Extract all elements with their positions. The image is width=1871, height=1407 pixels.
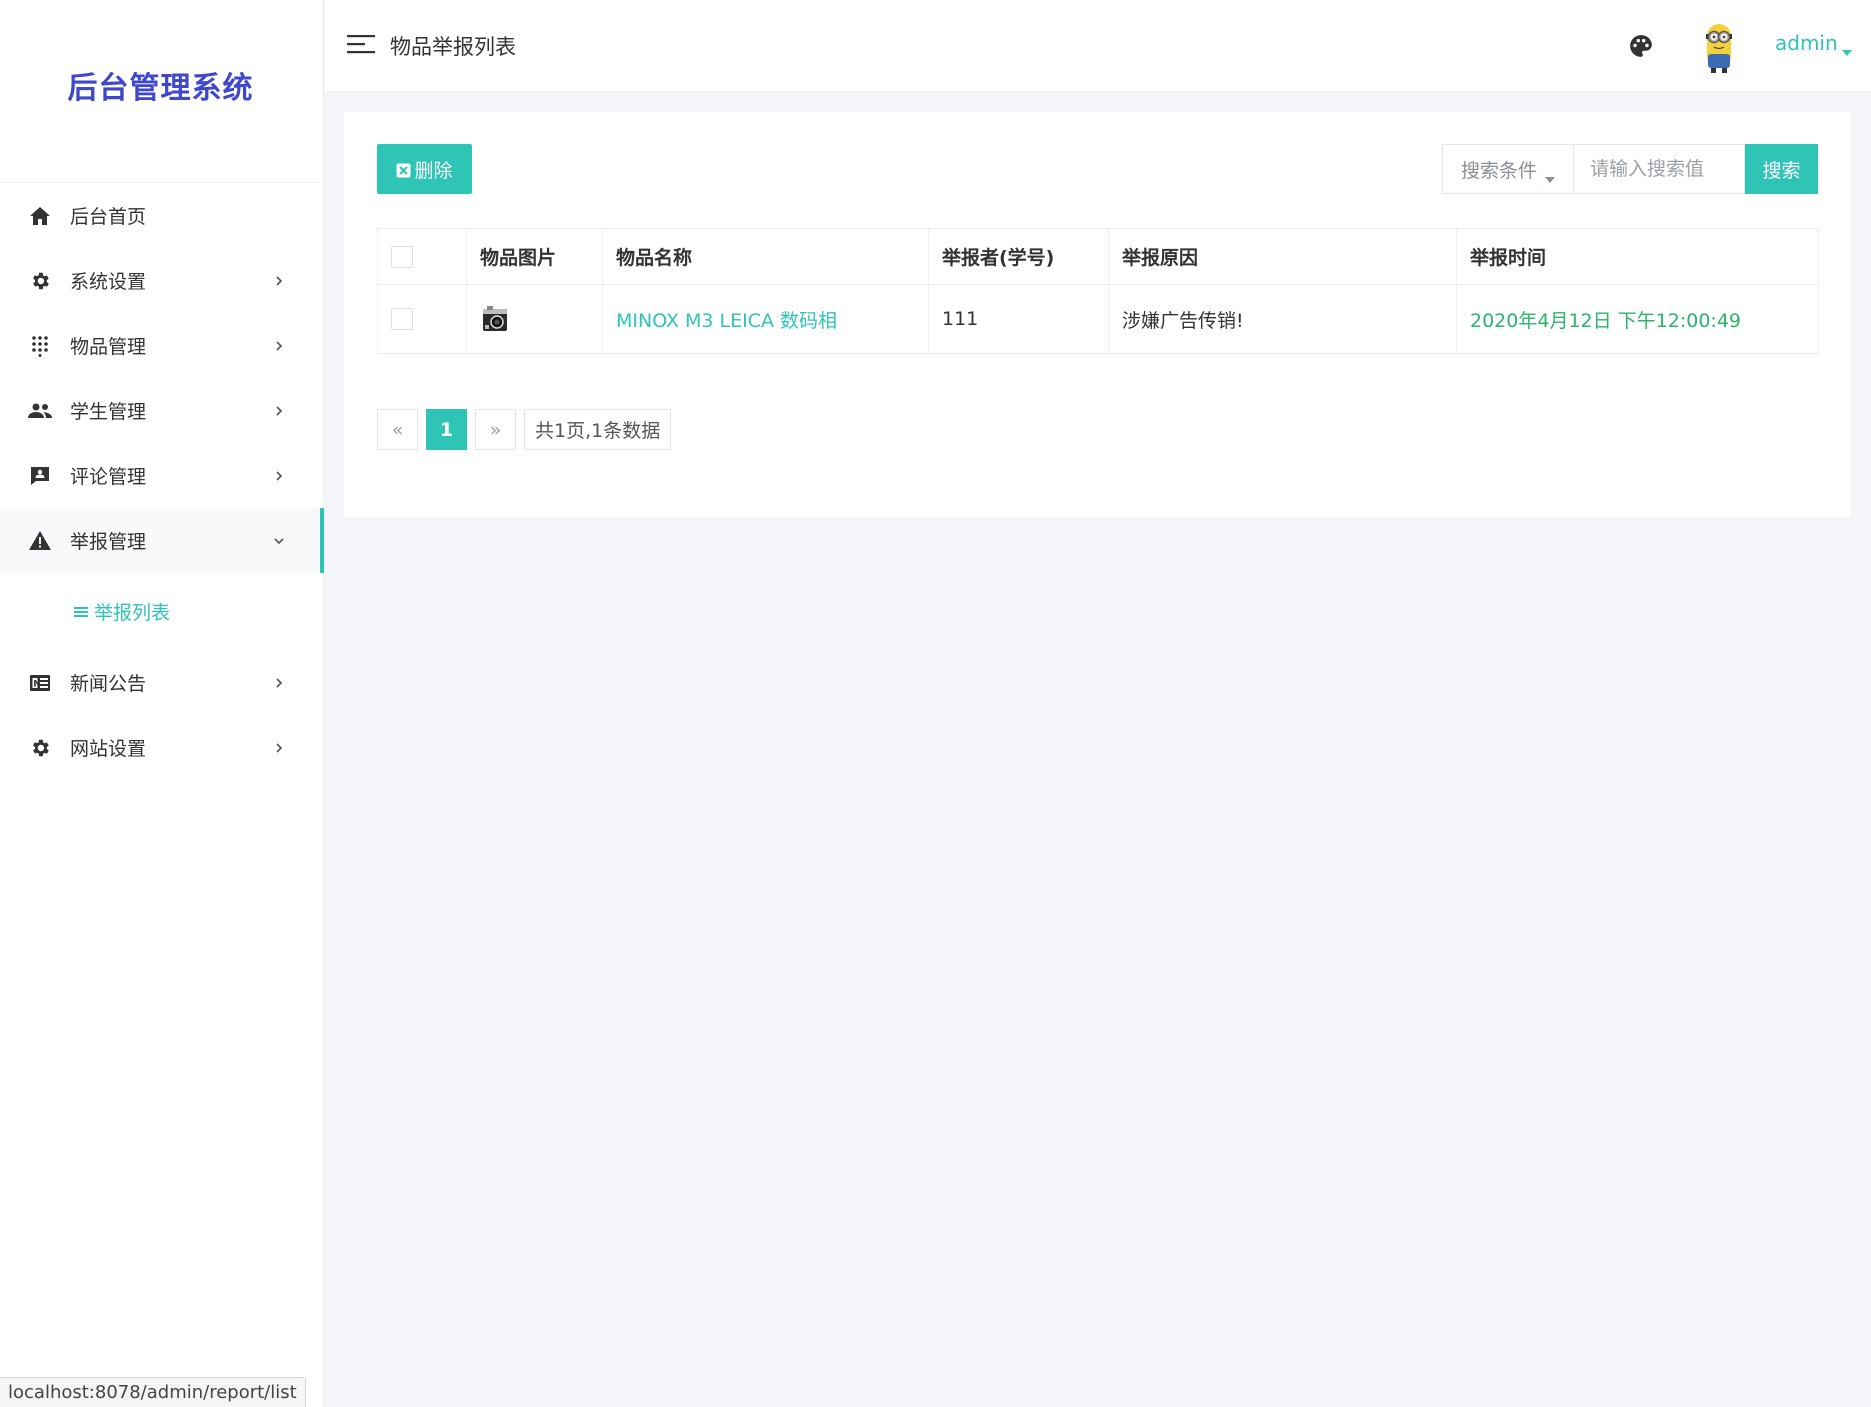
chevron-right-icon [273,470,285,482]
item-name-cell: MINOX M3 LEICA 数码相 [602,284,929,354]
top-header: 物品举报列表 admin [325,0,1871,92]
sidebar-item-goods[interactable]: 物品管理 [0,313,323,378]
column-header: 举报时间 [1456,228,1819,285]
item-name-link[interactable]: MINOX M3 LEICA 数码相 [616,310,837,332]
sidebar-item-label: 举报管理 [70,531,147,553]
search-condition-label: 搜索条件 [1460,159,1537,182]
home-icon [28,204,52,228]
row-select-cell [377,284,467,354]
sidebar-menu: 后台首页 系统设置 物品管理 学生管理 评论管理 举报管理 举报列表 N 新闻公… [0,183,324,780]
user-menu[interactable]: admin [1775,31,1838,55]
avatar[interactable] [1695,18,1743,74]
search-condition-dropdown[interactable]: 搜索条件 [1442,144,1573,194]
column-header: 举报原因 [1108,228,1457,285]
row-checkbox[interactable] [391,308,413,331]
gear-icon [28,736,52,760]
report-time: 2020年4月12日 下午12:00:49 [1470,309,1741,332]
item-image-cell [466,284,603,354]
table-header-row: 物品图片 物品名称 举报者(学号) 举报原因 举报时间 [377,228,1819,285]
news-icon: N [28,671,52,695]
sidebar-subitem-report-list[interactable]: 举报列表 [0,573,323,650]
caret-down-icon[interactable] [1842,41,1852,56]
sidebar-item-comments[interactable]: 评论管理 [0,443,323,508]
sidebar-item-label: 后台首页 [70,206,147,228]
sidebar-item-site-settings[interactable]: 网站设置 [0,715,323,780]
delete-button[interactable]: 删除 [377,144,472,194]
chevron-right-icon [273,405,285,417]
chevron-down-icon [273,535,285,547]
content-panel: 删除 搜索条件 搜索 物品图片 物品名称 举报者(学号) 举报原因 [344,112,1851,517]
search-input[interactable] [1573,144,1745,194]
sidebar: 后台管理系统 后台首页 系统设置 物品管理 学生管理 评论管理 举报管理 举报列… [0,0,324,1407]
sidebar-item-label: 物品管理 [70,336,147,358]
sidebar-subitem-label: 举报列表 [94,602,171,624]
sidebar-item-label: 新闻公告 [70,673,147,695]
next-page-button[interactable]: » [475,409,516,450]
chevron-right-icon [273,677,285,689]
sidebar-item-home[interactable]: 后台首页 [0,183,323,248]
pagination: « 1 » 共1页,1条数据 [377,409,672,450]
select-all-checkbox[interactable] [391,245,413,268]
column-header: 物品图片 [466,228,603,285]
table-row: MINOX M3 LEICA 数码相 111 涉嫌广告传销! 2020年4月12… [377,284,1819,354]
search-group: 搜索条件 搜索 [1442,144,1818,194]
chevron-right-icon [273,742,285,754]
sidebar-item-system-settings[interactable]: 系统设置 [0,248,323,313]
prev-page-button[interactable]: « [377,409,418,450]
grid-dots-icon [28,334,52,358]
browser-status-url: localhost:8078/admin/report/list [0,1377,306,1407]
pagination-info: 共1页,1条数据 [524,409,672,450]
close-box-icon [396,162,411,177]
svg-text:N: N [33,679,41,689]
sidebar-item-label: 系统设置 [70,271,147,293]
camera-icon[interactable] [480,301,510,337]
delete-button-label: 删除 [414,160,453,182]
select-all-cell [377,228,467,285]
sidebar-item-label: 学生管理 [70,401,147,423]
sidebar-item-news[interactable]: N 新闻公告 [0,650,323,715]
page-title: 物品举报列表 [390,35,516,59]
palette-icon[interactable] [1628,33,1654,59]
column-header: 举报者(学号) [928,228,1109,285]
brand: 后台管理系统 [0,0,323,183]
search-button[interactable]: 搜索 [1745,144,1818,194]
reason-cell: 涉嫌广告传销! [1108,284,1457,354]
gear-icon [28,269,52,293]
list-icon [74,605,88,619]
report-table: 物品图片 物品名称 举报者(学号) 举报原因 举报时间 MINOX M3 LEI… [377,228,1819,354]
page-button-current[interactable]: 1 [426,409,467,450]
brand-title: 后台管理系统 [67,71,254,106]
hamburger-menu-icon[interactable] [347,33,375,57]
warning-icon [28,529,52,553]
sidebar-item-students[interactable]: 学生管理 [0,378,323,443]
sidebar-item-label: 网站设置 [70,738,147,760]
column-header: 物品名称 [602,228,929,285]
chevron-right-icon [273,340,285,352]
sidebar-item-label: 评论管理 [70,466,147,488]
comment-icon [28,464,52,488]
chevron-right-icon [273,275,285,287]
sidebar-item-reports[interactable]: 举报管理 [0,508,324,573]
reporter-cell: 111 [928,284,1109,354]
users-icon [28,399,52,423]
time-cell: 2020年4月12日 下午12:00:49 [1456,284,1819,354]
caret-down-icon [1545,166,1555,183]
